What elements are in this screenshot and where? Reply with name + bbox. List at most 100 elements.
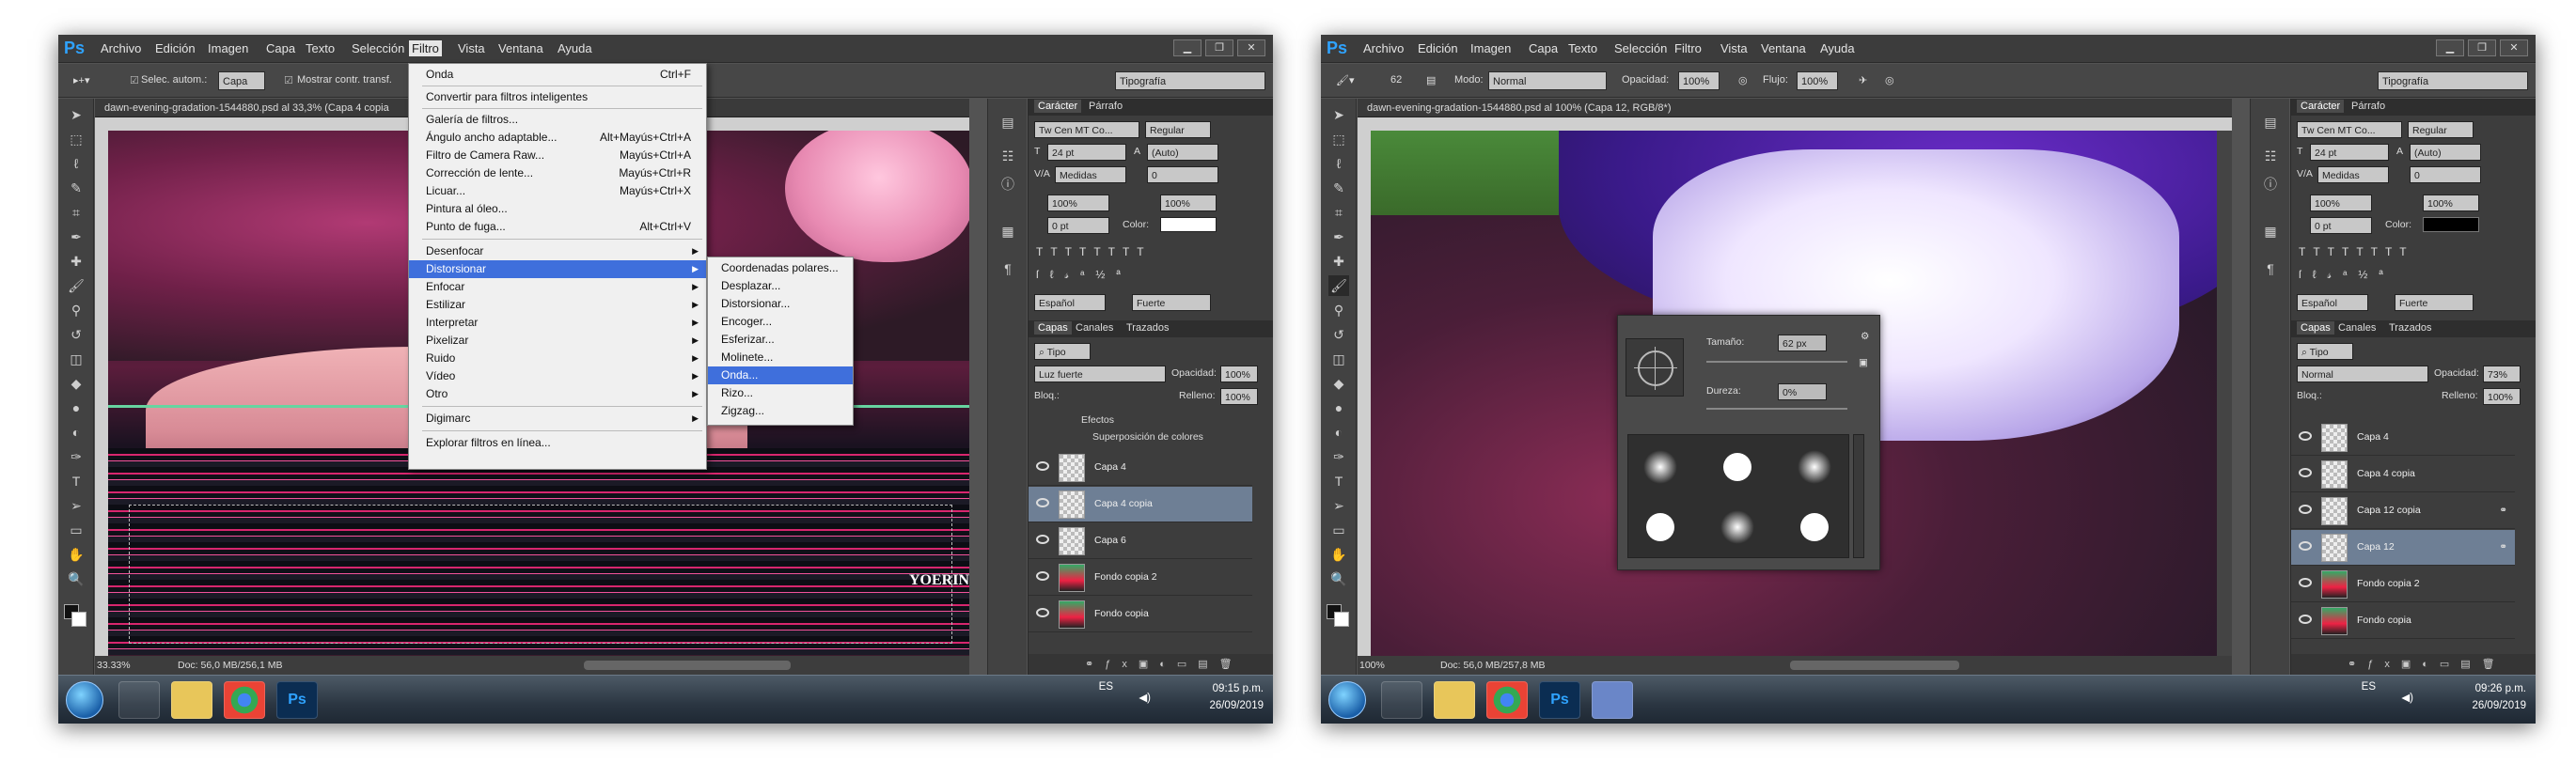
menu-filtro[interactable]: Filtro bbox=[1672, 40, 1704, 56]
menu-item[interactable]: Ruido ▶ bbox=[409, 350, 706, 367]
menu-item-selected[interactable]: Onda... bbox=[708, 366, 853, 384]
language-field[interactable]: Español bbox=[1034, 294, 1106, 311]
marquee-tool-icon[interactable]: ⬚ bbox=[1328, 129, 1349, 149]
layers-footer-icons[interactable]: ⚭ƒx▣◐▭▤🗑 bbox=[2291, 654, 2536, 675]
eye-icon[interactable] bbox=[1036, 608, 1049, 617]
paragraph-icon[interactable]: ¶ bbox=[2260, 258, 2281, 279]
brush-angle-preview[interactable] bbox=[1626, 338, 1684, 397]
language-indicator[interactable]: ES bbox=[1099, 681, 1113, 693]
move-tool-icon[interactable]: ➤ bbox=[66, 104, 86, 125]
tab-caracter[interactable]: Carácter bbox=[1034, 100, 1082, 113]
tab-trazados[interactable]: Trazados bbox=[2389, 322, 2431, 334]
eye-icon[interactable] bbox=[1036, 498, 1049, 507]
eraser-icon[interactable]: ◫ bbox=[1328, 349, 1349, 369]
antialias-field[interactable]: Fuerte bbox=[2395, 294, 2474, 311]
close-button[interactable]: ✕ bbox=[2500, 39, 2528, 56]
minimize-button[interactable]: ▁ bbox=[2436, 39, 2464, 56]
layer-row[interactable]: Fondo copia 2 bbox=[1029, 560, 1252, 596]
eye-icon[interactable] bbox=[1036, 571, 1049, 581]
eye-icon[interactable] bbox=[1036, 461, 1049, 471]
baseline-field[interactable]: 0 pt bbox=[2310, 217, 2372, 234]
tracking-field[interactable]: 0 bbox=[2410, 166, 2481, 183]
layer-row[interactable]: Capa 4 copia bbox=[1029, 487, 1252, 522]
tab-parrafo[interactable]: Párrafo bbox=[1089, 101, 1123, 112]
eyedropper-icon[interactable]: ✒ bbox=[66, 226, 86, 247]
menu-item[interactable]: Vídeo ▶ bbox=[409, 367, 706, 385]
clock-time[interactable]: 09:26 p.m. bbox=[2475, 683, 2526, 694]
menu-edicion[interactable]: Edición bbox=[1415, 40, 1461, 56]
size-field[interactable]: 62 px bbox=[1778, 335, 1827, 351]
menu-archivo[interactable]: Archivo bbox=[1360, 40, 1406, 56]
menu-item[interactable]: Desenfocar ▶ bbox=[409, 242, 706, 260]
path-select-icon[interactable]: ➢ bbox=[1328, 495, 1349, 516]
menu-archivo[interactable]: Archivo bbox=[98, 40, 144, 56]
eyedropper-icon[interactable]: ✒ bbox=[1328, 226, 1349, 247]
font-style-field[interactable]: Regular bbox=[2408, 121, 2474, 138]
hand-tool-icon[interactable]: ✋ bbox=[66, 544, 86, 565]
airbrush-icon[interactable]: ✈ bbox=[1859, 74, 1867, 86]
folder-icon[interactable] bbox=[1434, 681, 1475, 719]
restore-button[interactable]: ❐ bbox=[1205, 39, 1233, 56]
menu-item[interactable]: Punto de fuga... Alt+Ctrl+V bbox=[409, 218, 706, 236]
checkbox-icon[interactable]: ☑ bbox=[284, 74, 293, 86]
brush-preset[interactable] bbox=[1632, 501, 1689, 553]
kerning-field[interactable]: Medidas bbox=[2317, 166, 2389, 183]
hardness-slider[interactable] bbox=[1706, 408, 1847, 410]
zoom-level[interactable]: 100% bbox=[1359, 656, 1385, 675]
tab-capas[interactable]: Capas bbox=[2297, 321, 2334, 335]
pressure-opacity-icon[interactable]: ◎ bbox=[1738, 74, 1748, 86]
text-color-swatch[interactable] bbox=[2423, 217, 2479, 232]
transform-box[interactable] bbox=[129, 505, 952, 644]
menu-item[interactable]: Digimarc ▶ bbox=[409, 410, 706, 428]
menu-item[interactable]: Ángulo ancho adaptable... Alt+Mayús+Ctrl+… bbox=[409, 129, 706, 147]
app-icon[interactable] bbox=[118, 681, 160, 719]
menu-filtro[interactable]: Filtro bbox=[409, 40, 442, 56]
layer-filter-field[interactable]: ⌕ Tipo bbox=[2297, 343, 2353, 360]
tab-capas[interactable]: Capas bbox=[1034, 321, 1072, 335]
background-color-swatch[interactable] bbox=[71, 612, 86, 627]
crop-tool-icon[interactable]: ⌗ bbox=[1328, 202, 1349, 223]
brush-preset[interactable] bbox=[1786, 441, 1843, 492]
swatches-icon[interactable]: ▦ bbox=[997, 221, 1018, 241]
zoom-tool-icon[interactable]: 🔍 bbox=[1328, 568, 1349, 589]
stamp-tool-icon[interactable]: ⚲ bbox=[1328, 300, 1349, 320]
clock-date[interactable]: 26/09/2019 bbox=[1209, 700, 1264, 711]
brush-preset[interactable] bbox=[1786, 501, 1843, 553]
menu-item[interactable]: Estilizar ▶ bbox=[409, 296, 706, 314]
chrome-icon[interactable] bbox=[224, 681, 265, 719]
language-indicator[interactable]: ES bbox=[2362, 681, 2376, 693]
healing-icon[interactable]: ✚ bbox=[66, 251, 86, 272]
vertical-scrollbar[interactable] bbox=[2217, 131, 2232, 656]
fill-field[interactable]: 100% bbox=[1220, 388, 1258, 405]
flow-field[interactable]: 100% bbox=[1797, 71, 1838, 90]
shape-tool-icon[interactable]: ▭ bbox=[66, 520, 86, 540]
new-preset-icon[interactable]: ▣ bbox=[1859, 357, 1868, 368]
history-brush-icon[interactable]: ↺ bbox=[66, 324, 86, 345]
font-size-field[interactable]: 24 pt bbox=[2310, 144, 2389, 161]
opentype-buttons[interactable]: ſℓ𝓈ᵃ½ª bbox=[1036, 268, 1132, 282]
move-tool-icon[interactable]: ➤ bbox=[1328, 104, 1349, 125]
font-family-field[interactable]: Tw Cen MT Co... bbox=[1034, 121, 1139, 138]
paragraph-icon[interactable]: ¶ bbox=[997, 258, 1018, 279]
menu-vista[interactable]: Vista bbox=[455, 40, 488, 56]
eye-icon[interactable] bbox=[2299, 505, 2312, 514]
eye-icon[interactable] bbox=[1036, 535, 1049, 544]
brush-preset[interactable] bbox=[1709, 501, 1766, 553]
hand-tool-icon[interactable]: ✋ bbox=[1328, 544, 1349, 565]
blur-tool-icon[interactable]: ● bbox=[1328, 397, 1349, 418]
tab-canales[interactable]: Canales bbox=[1076, 322, 1113, 334]
font-size-field[interactable]: 24 pt bbox=[1047, 144, 1126, 161]
menu-item[interactable]: Convertir para filtros inteligentes bbox=[409, 88, 706, 106]
opacity-field[interactable]: 100% bbox=[1220, 366, 1258, 382]
layer-row[interactable]: Capa 4 bbox=[1029, 450, 1252, 486]
eye-icon[interactable] bbox=[2299, 578, 2312, 587]
link-icon[interactable]: ⚭ bbox=[2499, 505, 2507, 516]
zoom-tool-icon[interactable]: 🔍 bbox=[66, 568, 86, 589]
vertical-scale-field[interactable]: 100% bbox=[1047, 195, 1109, 211]
menu-capa[interactable]: Capa bbox=[1526, 40, 1561, 56]
menu-item[interactable]: Zigzag... bbox=[708, 402, 853, 420]
baseline-field[interactable]: 0 pt bbox=[1047, 217, 1109, 234]
menu-item[interactable]: Onda Ctrl+F bbox=[409, 66, 706, 84]
swatches-icon[interactable]: ▦ bbox=[2260, 221, 2281, 241]
brush-panel-icon[interactable]: ▤ bbox=[1426, 74, 1436, 86]
